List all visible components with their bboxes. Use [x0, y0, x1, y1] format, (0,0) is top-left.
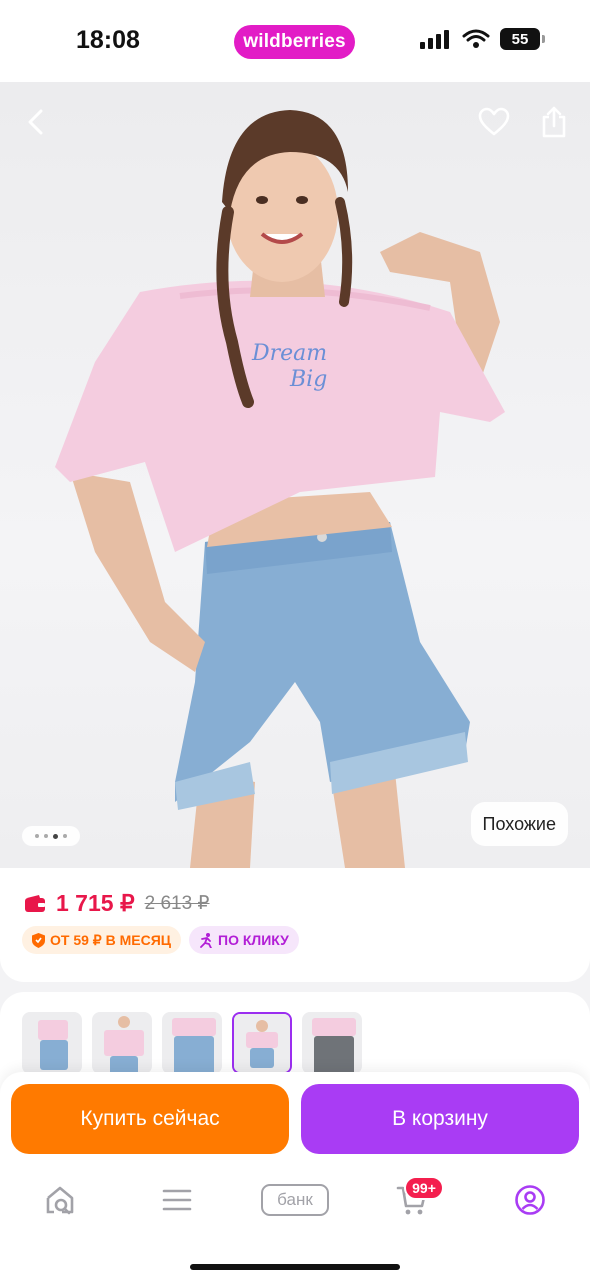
home-indicator — [190, 1264, 400, 1270]
status-time: 18:08 — [76, 26, 140, 54]
thumbnail[interactable] — [92, 1012, 152, 1074]
current-price: 1 715 ₽ — [56, 890, 135, 916]
thumbnail-image — [94, 1014, 150, 1072]
tab-profile[interactable] — [500, 1180, 560, 1220]
menu-icon — [162, 1189, 192, 1211]
thumbnail-image — [234, 1014, 290, 1072]
status-icons: 55 — [420, 28, 545, 50]
svg-text:Dream: Dream — [251, 341, 327, 366]
heart-icon — [478, 107, 510, 136]
thumbnail-image — [164, 1014, 220, 1072]
thumbnail[interactable] — [162, 1012, 222, 1074]
one-click-label: ПО КЛИКУ — [218, 932, 289, 948]
old-price: 2 613 ₽ — [144, 893, 210, 914]
installment-badge[interactable]: ОТ 59 ₽ В МЕСЯЦ — [22, 926, 181, 954]
pagination-dot — [44, 834, 48, 838]
tab-bar: банк 99+ — [0, 1168, 590, 1280]
price-badges: ОТ 59 ₽ В МЕСЯЦ ПО КЛИКУ — [22, 926, 299, 954]
favorite-button[interactable] — [472, 100, 516, 144]
pagination-dot — [63, 834, 67, 838]
product-image[interactable]: Dream Big Похожие — [0, 82, 590, 868]
thumbnail[interactable] — [22, 1012, 82, 1074]
product-page: 18:08 wildberries 55 Dream Big Похожие 1… — [0, 0, 590, 1280]
installment-label: ОТ 59 ₽ В МЕСЯЦ — [50, 931, 171, 948]
signal-icon — [420, 30, 449, 49]
thumbnail-strip — [22, 1012, 362, 1074]
tab-catalog[interactable] — [147, 1180, 207, 1220]
thumbnail-image — [24, 1014, 80, 1072]
wallet-icon — [25, 894, 45, 912]
bank-label: банк — [261, 1184, 329, 1216]
share-button[interactable] — [532, 100, 576, 144]
share-icon — [542, 106, 566, 138]
profile-icon — [515, 1185, 545, 1215]
back-button[interactable] — [14, 100, 58, 144]
pagination-dot-active — [53, 833, 58, 839]
tab-home[interactable] — [30, 1180, 90, 1220]
battery-indicator: 55 — [500, 28, 545, 50]
one-click-badge[interactable]: ПО КЛИКУ — [189, 926, 299, 954]
buy-now-button[interactable]: Купить сейчас — [11, 1084, 289, 1154]
running-person-icon — [200, 932, 212, 948]
image-pagination[interactable] — [22, 826, 80, 846]
price-card: 1 715 ₽ 2 613 ₽ ОТ 59 ₽ В МЕСЯЦ ПО КЛИКУ — [0, 868, 590, 982]
product-photo: Dream Big — [55, 110, 505, 868]
tab-bank[interactable]: банк — [260, 1180, 330, 1220]
cart-count-badge: 99+ — [404, 1176, 444, 1200]
brand-logo: wildberries — [234, 25, 355, 59]
pagination-dot — [35, 834, 39, 838]
shield-icon — [32, 932, 45, 948]
home-search-icon — [46, 1186, 74, 1215]
purchase-actions: Купить сейчас В корзину — [0, 1072, 590, 1168]
thumbnail-selected[interactable] — [232, 1012, 292, 1074]
price-row: 1 715 ₽ 2 613 ₽ — [24, 890, 210, 917]
add-to-cart-button[interactable]: В корзину — [301, 1084, 579, 1154]
status-bar: 18:08 wildberries 55 — [0, 0, 590, 82]
wifi-icon — [462, 29, 490, 48]
chevron-left-icon — [28, 109, 43, 135]
svg-text:Big: Big — [289, 367, 327, 392]
thumbnail-image — [304, 1014, 360, 1072]
similar-button[interactable]: Похожие — [470, 802, 568, 846]
thumbnail[interactable] — [302, 1012, 362, 1074]
